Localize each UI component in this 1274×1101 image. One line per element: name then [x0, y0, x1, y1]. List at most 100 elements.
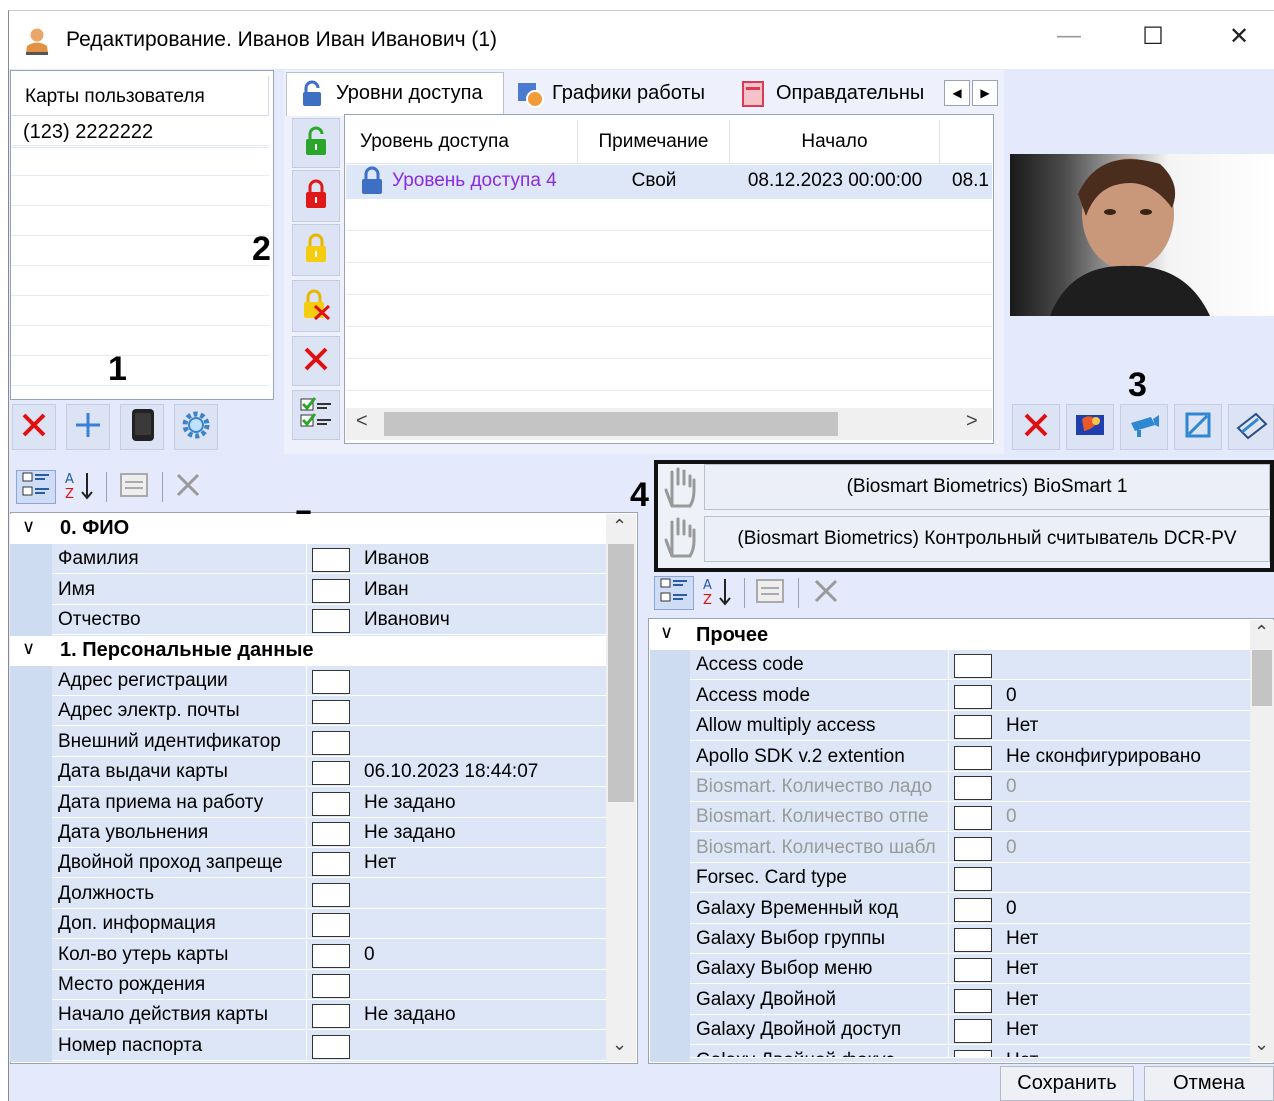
read-card-button[interactable] — [120, 404, 164, 450]
property-value[interactable]: 06.10.2023 18:44:07 — [364, 761, 604, 783]
chevron-down-icon[interactable]: ∨ — [660, 622, 673, 643]
property-flag-box[interactable] — [954, 958, 992, 983]
minimize-button[interactable]: — — [1044, 22, 1094, 50]
property-flag-box[interactable] — [312, 609, 350, 634]
property-value[interactable]: Нет — [1006, 989, 1246, 1011]
property-value[interactable]: Нет — [1006, 928, 1246, 950]
scroll-thumb[interactable] — [384, 412, 838, 436]
property-value[interactable]: Не задано — [364, 1004, 604, 1026]
property-flag-box[interactable] — [312, 1034, 350, 1059]
property-row[interactable]: Дата приема на работу Не задано — [52, 787, 606, 818]
scroll-up-arrow[interactable]: ⌃ — [612, 516, 627, 537]
add-access-level-button[interactable] — [292, 118, 340, 168]
property-value[interactable]: 0 — [1006, 837, 1246, 859]
property-row[interactable]: Место рождения — [52, 970, 606, 1000]
property-value[interactable]: Нет — [364, 852, 604, 874]
property-flag-box[interactable] — [954, 806, 992, 831]
biometric-device-2-button[interactable]: (Biosmart Biometrics) Контрольный считыв… — [704, 516, 1270, 562]
scroll-up-arrow[interactable]: ⌃ — [1254, 622, 1269, 643]
property-value[interactable]: Иванов — [364, 548, 604, 570]
categorized-view-button[interactable] — [16, 470, 56, 504]
property-row[interactable]: Дата выдачи карты 06.10.2023 18:44:07 — [52, 757, 606, 788]
tab-scroll-left[interactable]: ◀ — [944, 80, 970, 106]
property-flag-box[interactable] — [954, 867, 992, 892]
chevron-down-icon[interactable]: ∨ — [22, 516, 35, 537]
tab-access-levels[interactable]: Уровни доступа — [300, 72, 483, 114]
property-value[interactable]: Иванович — [364, 609, 604, 631]
property-value[interactable]: Нет — [1006, 1050, 1246, 1057]
property-flag-box[interactable] — [312, 578, 350, 603]
property-flag-box[interactable] — [312, 700, 350, 725]
scroll-thumb[interactable] — [608, 544, 634, 802]
add-card-button[interactable] — [66, 404, 110, 450]
property-row[interactable]: Адрес регистрации — [52, 666, 606, 696]
property-flag-box[interactable] — [954, 654, 992, 679]
props-section-header[interactable]: ∨ 0. ФИО — [10, 514, 606, 544]
property-row[interactable]: Allow multiply access Нет — [690, 711, 1250, 742]
delete-access-level-button[interactable] — [292, 336, 340, 386]
scroll-thumb[interactable] — [1252, 650, 1272, 706]
property-row[interactable]: Access code — [690, 650, 1250, 681]
remove-lock-button[interactable] — [292, 280, 340, 332]
property-row[interactable]: Galaxy Двойной Нет — [690, 984, 1250, 1015]
property-value[interactable]: 0 — [1006, 685, 1246, 707]
property-row[interactable]: Galaxy Двойной доступ Нет — [690, 1015, 1250, 1046]
sort-alpha-button[interactable]: AZ — [60, 470, 98, 504]
scroll-down-arrow[interactable]: ⌄ — [1254, 1034, 1269, 1055]
scroll-left-arrow[interactable]: < — [356, 410, 368, 433]
property-row[interactable]: Внешний идентификатор — [52, 726, 606, 757]
categorized-view-button[interactable] — [654, 576, 694, 610]
props-section-header[interactable]: ∨ Прочее — [650, 620, 1250, 650]
property-row[interactable]: Отчество Иванович — [52, 605, 606, 636]
temp-access-level-button[interactable] — [292, 224, 340, 276]
property-row[interactable]: Galaxy Выбор группы Нет — [690, 924, 1250, 954]
cancel-button[interactable]: Отмена — [1144, 1066, 1274, 1101]
tab-work-schedules[interactable]: Графики работы — [516, 72, 705, 114]
deny-access-level-button[interactable] — [292, 170, 340, 222]
biometric-device-1-button[interactable]: (Biosmart Biometrics) BioSmart 1 — [704, 464, 1270, 510]
property-value[interactable]: 0 — [364, 944, 604, 966]
property-row[interactable]: Доп. информация — [52, 909, 606, 940]
camera-capture-button[interactable] — [1120, 404, 1168, 450]
property-row[interactable]: Двойной проход запреще Нет — [52, 848, 606, 879]
crop-photo-button[interactable] — [1174, 404, 1222, 450]
property-flag-box[interactable] — [312, 913, 350, 938]
property-value[interactable]: Не задано — [364, 822, 604, 844]
chevron-down-icon[interactable]: ∨ — [22, 638, 35, 659]
column-header-start[interactable]: Начало — [730, 120, 940, 164]
property-row[interactable]: Номер паспорта — [52, 1030, 606, 1061]
property-flag-box[interactable] — [954, 928, 992, 952]
property-value[interactable]: Не задано — [364, 792, 604, 814]
property-row[interactable]: Должность — [52, 878, 606, 909]
property-row[interactable]: Biosmart. Количество шабл 0 — [690, 832, 1250, 863]
tab-justification[interactable]: Оправдательны — [740, 72, 940, 114]
scroll-down-arrow[interactable]: ⌄ — [612, 1034, 627, 1055]
close-button[interactable]: ✕ — [1214, 22, 1264, 51]
property-row[interactable]: Forsec. Card type — [690, 863, 1250, 894]
property-flag-box[interactable] — [312, 791, 350, 816]
property-row[interactable]: Дата увольнения Не задано — [52, 818, 606, 848]
property-row[interactable]: Biosmart. Количество отпе 0 — [690, 802, 1250, 833]
property-flag-box[interactable] — [312, 761, 350, 786]
property-flag-box[interactable] — [954, 1019, 992, 1044]
property-row[interactable]: Galaxy Временный код 0 — [690, 893, 1250, 924]
property-value[interactable]: Нет — [1006, 958, 1246, 980]
property-row[interactable]: Galaxy Выбор меню Нет — [690, 954, 1250, 985]
property-flag-box[interactable] — [312, 974, 350, 998]
property-row[interactable]: Адрес электр. почты — [52, 696, 606, 727]
property-flag-box[interactable] — [954, 1049, 992, 1057]
property-value[interactable]: Не сконфигурировано — [1006, 746, 1246, 768]
employee-photo[interactable] — [1010, 154, 1274, 316]
maximize-button[interactable]: ☐ — [1128, 22, 1178, 51]
property-flag-box[interactable] — [312, 852, 350, 877]
property-flag-box[interactable] — [312, 822, 350, 846]
save-button[interactable]: Сохранить — [1000, 1066, 1134, 1101]
property-value[interactable]: 0 — [1006, 776, 1246, 798]
property-value[interactable]: Нет — [1006, 1019, 1246, 1041]
property-flag-box[interactable] — [312, 670, 350, 694]
props-section-header[interactable]: ∨ 1. Персональные данные — [10, 635, 606, 666]
property-row[interactable]: Кол-во утерь карты 0 — [52, 939, 606, 970]
load-photo-button[interactable] — [1066, 404, 1114, 450]
property-value[interactable]: Иван — [364, 579, 604, 601]
property-pages-button[interactable] — [114, 470, 154, 504]
